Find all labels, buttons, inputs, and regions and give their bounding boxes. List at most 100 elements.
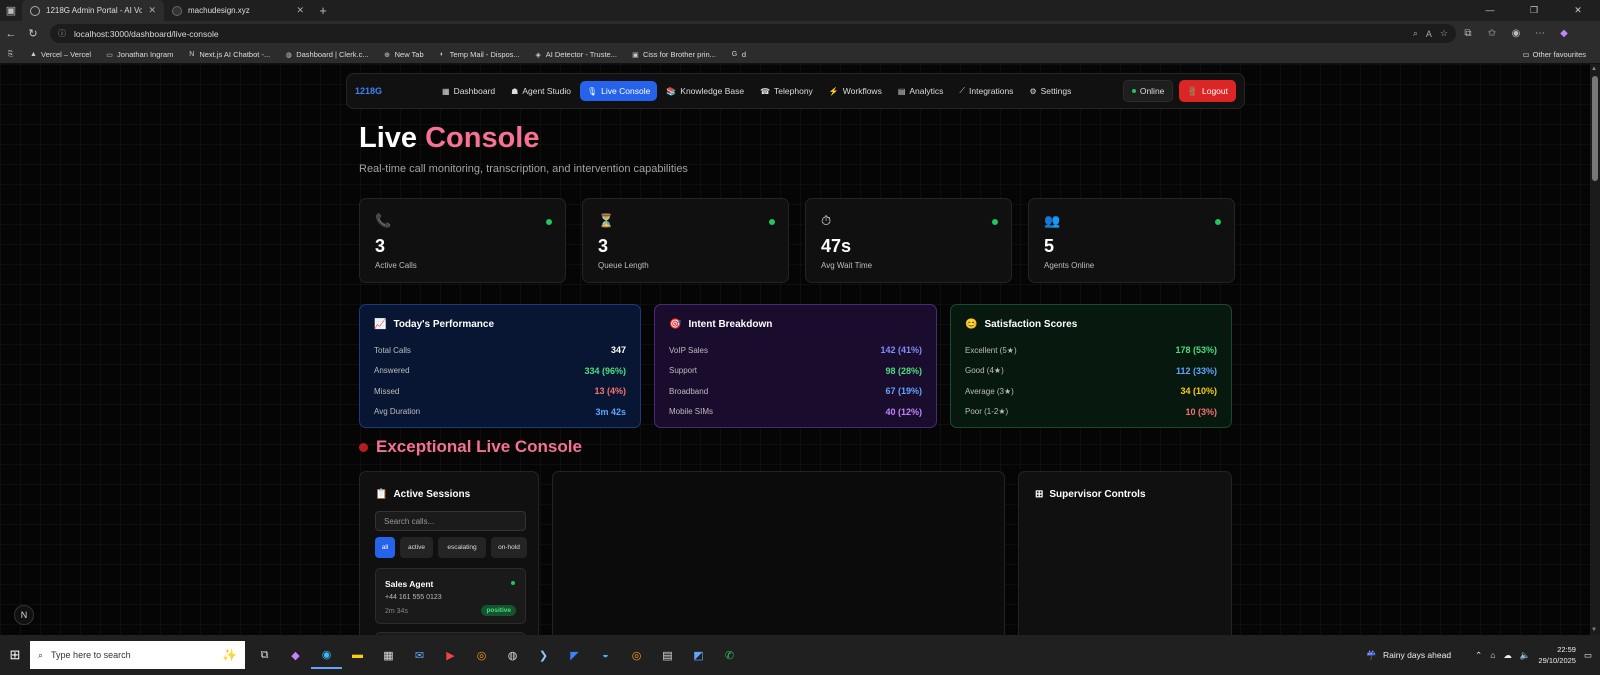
new-tab-icon[interactable]: +	[312, 3, 334, 18]
logout-button[interactable]: 🚪 Logout	[1179, 80, 1236, 102]
browser-tab-active[interactable]: 1218G Admin Portal - AI Voice Ag ✕	[22, 0, 164, 21]
restore-icon[interactable]: ❐	[1512, 0, 1556, 21]
cloud-icon[interactable]: ☁	[1503, 650, 1512, 661]
network-icon[interactable]: ⌂	[1490, 650, 1495, 660]
vscode-icon[interactable]: ◤	[559, 641, 590, 669]
metric-value: 13 (4%)	[594, 386, 626, 397]
zoom-icon[interactable]: ⌕	[1413, 28, 1418, 39]
site-info-icon[interactable]: ⓘ	[58, 28, 66, 39]
favorites-icon[interactable]: ✩	[1480, 28, 1504, 39]
bookmark-item[interactable]: ▣ Ciss for Brother prin...	[631, 50, 716, 59]
metric-value: 178 (53%)	[1175, 345, 1217, 356]
profile-icon[interactable]: ◉	[1504, 28, 1528, 39]
transcript-panel	[552, 471, 1005, 635]
close-tab-icon[interactable]: ✕	[296, 5, 304, 16]
mail-icon[interactable]: ✉	[404, 641, 435, 669]
metric-value: 10 (3%)	[1185, 406, 1217, 417]
extensions-icon[interactable]: ⧉	[1456, 28, 1480, 39]
url-field[interactable]: ⓘ localhost:3000/dashboard/live-console …	[50, 24, 1456, 43]
more-menu-icon[interactable]: ⋯	[1528, 28, 1552, 39]
nav-item-workflows[interactable]: ⚡ Workflows	[822, 81, 889, 101]
youtube-icon[interactable]: ▶	[435, 641, 466, 669]
favorite-star-icon[interactable]: ☆	[1440, 28, 1448, 39]
metric-row: Missed 13 (4%)	[374, 381, 626, 402]
edge-browser-icon[interactable]: ◉	[311, 641, 342, 669]
agents-icon: 👥	[1044, 213, 1061, 228]
address-bar-row: ← ↻ ⓘ localhost:3000/dashboard/live-cons…	[0, 21, 1600, 46]
bookmark-item[interactable]: ◍ Dashboard | Clerk.c...	[284, 50, 369, 59]
volume-icon[interactable]: 🔈	[1520, 650, 1531, 661]
scroll-up-icon[interactable]: ▲	[1591, 66, 1597, 72]
bookmark-item[interactable]: Gd	[730, 50, 746, 59]
bookmarks-menu-icon[interactable]: ⎘	[6, 50, 15, 59]
tab-actions-icon[interactable]: ▣	[0, 0, 22, 21]
read-aloud-icon[interactable]: A	[1426, 29, 1432, 39]
bookmark-item[interactable]: ⊕ New Tab	[383, 50, 423, 59]
task-view-icon[interactable]: ⧉	[249, 641, 280, 669]
weather-widget[interactable]: ☔ Rainy days ahead	[1366, 650, 1451, 661]
notifications-icon[interactable]: ▭	[1584, 650, 1592, 661]
browser-tab[interactable]: machudesign.xyz ✕	[164, 0, 312, 21]
bookmark-item[interactable]: ◐ Temp Mail - Dispos...	[438, 50, 520, 59]
copilot-icon[interactable]: ◆	[1552, 28, 1576, 39]
stopwatch-icon: ⏱	[821, 213, 832, 228]
chrome-icon[interactable]: ◎	[621, 641, 652, 669]
top-navigation: 1218G ▦ Dashboard ☗ Agent Studio 🎙 Live Conso…	[346, 73, 1245, 109]
app-icon[interactable]: ▤	[652, 641, 683, 669]
copilot-app-icon[interactable]: ◆	[280, 641, 311, 669]
minimize-icon[interactable]: —	[1468, 0, 1512, 21]
metric-label: Total Calls	[374, 345, 411, 355]
powershell-icon[interactable]: ❯	[528, 641, 559, 669]
filter-active-button[interactable]: active	[400, 537, 433, 558]
intent-breakdown-panel: 🎯 Intent Breakdown VoIP Sales 142 (41%) Sup…	[654, 304, 937, 428]
page-viewport: 1218G ▦ Dashboard ☗ Agent Studio 🎙 Live Conso…	[0, 64, 1590, 635]
scrollbar-thumb[interactable]	[1592, 76, 1598, 181]
metric-value: 67 (19%)	[885, 386, 922, 397]
nav-item-telephony[interactable]: ☎ Telephony	[753, 81, 820, 101]
search-calls-input[interactable]	[375, 511, 526, 531]
app-icon[interactable]: ◩	[683, 641, 714, 669]
store-icon[interactable]: ▦	[373, 641, 404, 669]
other-favourites[interactable]: ▭ Other favourites	[1523, 50, 1586, 59]
filter-on-hold-button[interactable]: on-hold	[491, 537, 527, 558]
nav-item-agent-studio[interactable]: ☗ Agent Studio	[504, 81, 578, 101]
back-icon[interactable]: ←	[0, 28, 22, 40]
stat-value: 3	[375, 236, 386, 256]
metric-row: Good (4★) 112 (33%)	[965, 361, 1217, 382]
session-duration: 2m 34s	[385, 608, 408, 615]
online-status-button[interactable]: Online	[1122, 80, 1174, 102]
scroll-down-icon[interactable]: ▼	[1591, 627, 1597, 633]
nav-item-settings[interactable]: ⚙ Settings	[1022, 81, 1078, 101]
search-icon: ⌕	[38, 649, 44, 660]
page-scrollbar[interactable]: ▲ ▼	[1590, 64, 1600, 635]
start-menu-icon[interactable]: ⊞	[0, 647, 30, 663]
close-tab-icon[interactable]: ✕	[148, 5, 156, 16]
bookmark-item[interactable]: N Next.js AI Chatbot -...	[187, 50, 270, 59]
bookmark-item[interactable]: ◈ AI Detector - Truste...	[534, 50, 616, 59]
chrome-icon[interactable]: ◎	[466, 641, 497, 669]
brand-logo[interactable]: 1218G	[355, 86, 435, 96]
whatsapp-icon[interactable]: ✆	[714, 641, 745, 669]
file-explorer-icon[interactable]: ▬	[342, 641, 373, 669]
app-icon[interactable]: ◍	[497, 641, 528, 669]
refresh-icon[interactable]: ↻	[22, 27, 44, 40]
filter-escalating-button[interactable]: escalating	[438, 537, 486, 558]
nav-item-integrations[interactable]: ⟋ Integrations	[952, 81, 1020, 101]
nav-item-live-console[interactable]: 🎙 Live Console	[580, 81, 658, 101]
metric-label: Support	[669, 366, 698, 376]
nav-item-dashboard[interactable]: ▦ Dashboard	[435, 81, 502, 101]
taskbar-search[interactable]: ⌕ Type here to search ✨	[30, 641, 245, 669]
app-icon[interactable]: ◒	[590, 641, 621, 669]
next-devtools-icon[interactable]: N	[14, 605, 34, 625]
session-card[interactable]: Sales Agent +44 161 555 0123 2m 34s posi…	[375, 568, 526, 624]
bookmark-item[interactable]: ▭ Jonathan Ingram	[105, 50, 173, 59]
url-text: localhost:3000/dashboard/live-console	[74, 28, 219, 39]
nav-item-analytics[interactable]: ▤ Analytics	[891, 81, 951, 101]
nav-item-knowledge-base[interactable]: 📚 Knowledge Base	[659, 81, 751, 101]
bookmark-item[interactable]: ▲ Vercel – Vercel	[29, 50, 91, 59]
phone-icon: 📞	[375, 213, 392, 228]
clock[interactable]: 22:59 29/10/2025	[1538, 644, 1576, 666]
filter-all-button[interactable]: all	[375, 537, 395, 558]
tray-chevron-icon[interactable]: ⌃	[1475, 650, 1482, 661]
close-window-icon[interactable]: ✕	[1556, 0, 1600, 21]
